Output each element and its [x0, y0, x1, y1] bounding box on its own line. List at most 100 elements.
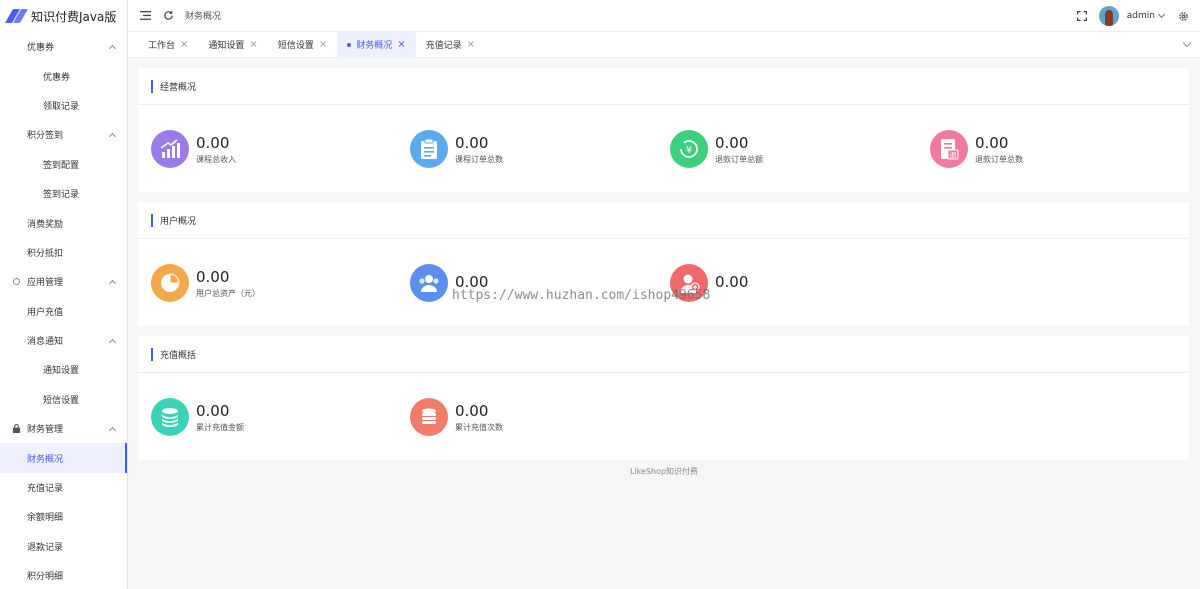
sidebar-item-label: 领取记录 [43, 101, 80, 112]
stat-label: 用户总资产（元） [196, 288, 260, 298]
sidebar-item-label: 余额明细 [27, 513, 64, 524]
app-logo[interactable]: 知识付费Java版 [0, 0, 127, 32]
tab-item[interactable]: 充值记录 × [416, 32, 485, 57]
sidebar-item-label: 优惠券 [27, 43, 55, 54]
sidebar-item[interactable]: 优惠券 [0, 32, 127, 61]
sidebar-item-label: 通知设置 [43, 366, 80, 377]
stat-text: 0.00 累计充值次数 [455, 402, 503, 433]
coins-icon [410, 398, 448, 436]
sidebar-item-label: 积分明细 [27, 572, 64, 583]
sidebar-item[interactable]: 短信设置 [0, 385, 127, 414]
sidebar-item-label: 优惠券 [43, 72, 71, 83]
sidebar-item[interactable]: 签到记录 [0, 179, 127, 208]
card-title: 经营概况 [160, 82, 197, 93]
overview-card: 经营概况 0.00 课程总收入 0.00 课程订单总数 ¥0.00 退款订单总额退 0.00 退… [138, 68, 1189, 192]
sidebar-item[interactable]: 领取记录 [0, 91, 127, 120]
svg-text:退: 退 [950, 151, 957, 160]
sidebar-item[interactable]: 积分抵扣 [0, 238, 127, 267]
page-tabs: 工作台 × 通知设置 × 短信设置 × 财务概况 × 充值记录 × [128, 32, 1200, 58]
sidebar-item[interactable]: 退款记录 [0, 532, 127, 561]
stat-value: 0.00 [455, 401, 489, 420]
stat-text: 0.00 用户总资产（元） [196, 268, 260, 299]
stat-item: 0.00 累计充值次数 [410, 398, 503, 436]
clipboard-icon [410, 130, 448, 168]
menu-toggle-icon[interactable] [138, 9, 152, 23]
sidebar-item[interactable]: 积分明细 [0, 561, 127, 589]
card-title: 用户概况 [160, 216, 197, 227]
sidebar-item[interactable]: 通知设置 [0, 355, 127, 384]
stat-value: 0.00 [715, 273, 749, 291]
sidebar-item[interactable]: 充值记录 [0, 473, 127, 502]
stat-item: ¥0.00 累计充值金额 [151, 398, 244, 436]
tab-item[interactable]: 工作台 × [138, 32, 198, 57]
sidebar-menu: 优惠券 优惠券 领取记录 积分签到 签到配置 签到记录 消费奖励 积分抵扣 应用管理 用户充值 消息… [0, 32, 127, 589]
stat-value: 0.00 [196, 267, 230, 286]
stat-label: 课程订单总数 [455, 154, 503, 164]
top-header: 财务概况 admin [128, 0, 1200, 32]
avatar[interactable] [1098, 6, 1119, 26]
close-icon[interactable]: × [467, 39, 475, 50]
logo-icon [4, 9, 29, 23]
chevron-down-icon[interactable] [1157, 10, 1166, 19]
refund-doc-icon: 退 [930, 130, 968, 168]
tab-item[interactable]: 财务概况 × [337, 32, 416, 57]
sidebar-item-label: 签到配置 [43, 160, 80, 171]
tab-label: 通知设置 [208, 41, 245, 51]
sidebar-item[interactable]: 积分签到 [0, 120, 127, 149]
stat-label: 累计充值金额 [196, 422, 244, 432]
sidebar-item-label: 充值记录 [27, 484, 64, 495]
stat-value: 0.00 [196, 133, 230, 152]
sidebar-item-label: 用户充值 [27, 307, 64, 318]
sidebar-item[interactable]: 消费奖励 [0, 208, 127, 237]
overview-card: 充值概括 ¥0.00 累计充值金额 0.00 累计充值次数 [138, 336, 1189, 460]
sidebar-item-label: 消息通知 [27, 337, 64, 348]
sidebar-item[interactable]: 应用管理 [0, 267, 127, 296]
sidebar-item[interactable]: 消息通知 [0, 326, 127, 355]
sidebar-item[interactable]: 用户充值 [0, 297, 127, 326]
stat-item: 0.00 课程总收入 [151, 130, 236, 168]
sidebar-item-label: 签到记录 [43, 190, 80, 201]
tab-label: 充值记录 [425, 41, 462, 51]
sidebar-item[interactable]: 财务管理 [0, 414, 127, 443]
sidebar-item-label: 退款记录 [27, 542, 64, 553]
stat-value: 0.00 [196, 401, 230, 420]
stat-text: 0.00 退款订单总数 [975, 134, 1023, 165]
sidebar-item[interactable]: 签到配置 [0, 150, 127, 179]
user-name[interactable]: admin [1127, 11, 1155, 21]
app-title: 知识付费Java版 [31, 9, 117, 24]
chevron-up-icon [108, 132, 117, 140]
footer: LikeShop知识付费 [629, 467, 699, 476]
tab-item[interactable]: 通知设置 × [198, 32, 267, 57]
chevron-up-icon [108, 426, 117, 434]
tab-label: 财务概况 [356, 41, 393, 51]
stat-item: 0.00 用户总资产（元） [151, 264, 260, 302]
accent-bar [151, 79, 153, 93]
sidebar-item[interactable]: 优惠券 [0, 61, 127, 90]
tabs-chevron-down-icon[interactable] [1182, 38, 1192, 48]
card-header: 充值概括 [138, 336, 1189, 373]
close-icon[interactable]: × [249, 39, 257, 50]
stat-text: 0.00 累计充值金额 [196, 402, 244, 433]
settings-gear-icon[interactable] [1176, 9, 1190, 23]
breadcrumb: 财务概况 [185, 12, 222, 22]
tab-label: 短信设置 [277, 41, 314, 51]
card-title: 充值概括 [160, 350, 197, 361]
close-icon[interactable]: × [397, 39, 405, 50]
stat-label: 累计充值次数 [455, 422, 503, 432]
tab-item[interactable]: 短信设置 × [268, 32, 337, 57]
close-icon[interactable]: × [319, 39, 327, 50]
header-actions: admin [1075, 0, 1190, 32]
svg-text:¥: ¥ [686, 145, 692, 156]
refund-yen-icon: ¥ [670, 130, 708, 168]
sidebar-item[interactable]: 余额明细 [0, 502, 127, 531]
stat-value: 0.00 [455, 133, 489, 152]
sidebar-item[interactable]: 财务概况 [0, 443, 127, 474]
gear-icon [11, 277, 21, 287]
chevron-up-icon [108, 338, 117, 346]
refresh-icon[interactable] [161, 9, 175, 23]
fullscreen-icon[interactable] [1075, 9, 1089, 23]
users-icon [410, 264, 448, 302]
stat-value: 0.00 [975, 133, 1009, 152]
close-icon[interactable]: × [180, 39, 188, 50]
stat-value: 0.00 [715, 133, 749, 152]
